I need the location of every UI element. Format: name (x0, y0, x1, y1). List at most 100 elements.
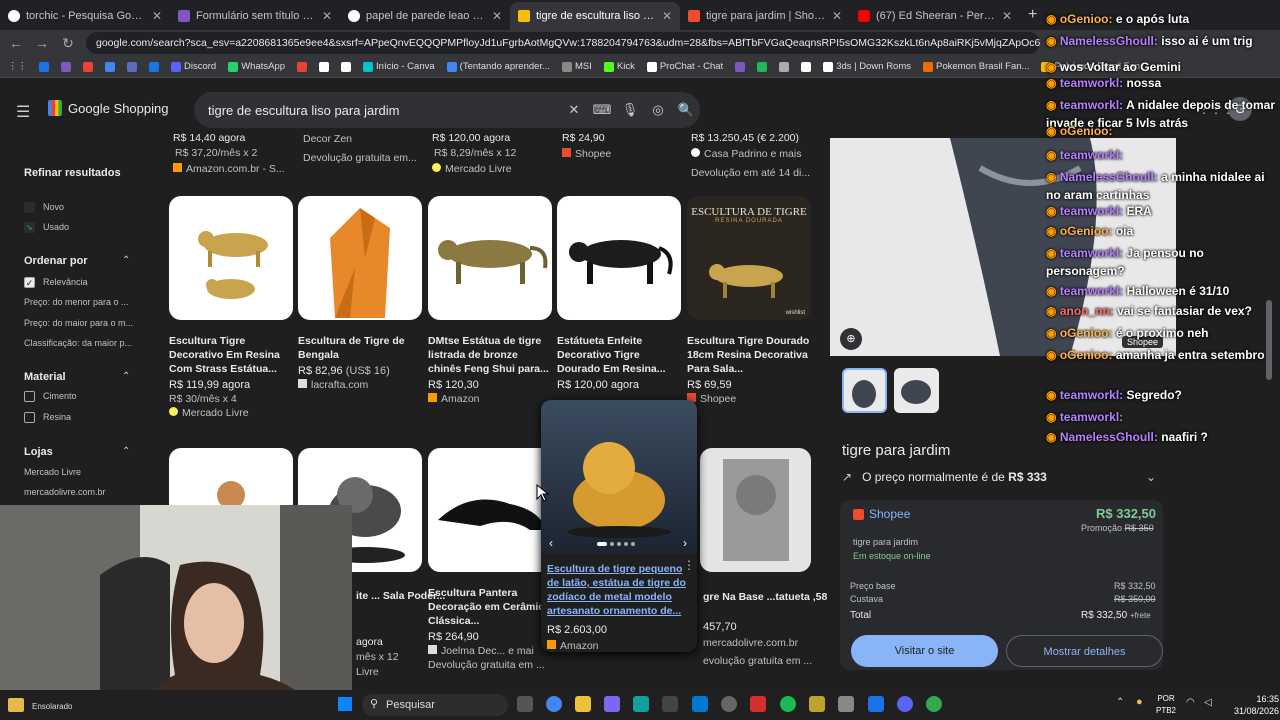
bookmark-item[interactable] (757, 61, 768, 72)
search-input[interactable]: tigre de escultura liso para jardim (208, 103, 560, 118)
chevron-left-icon[interactable]: ‹ (549, 536, 553, 550)
app-icon[interactable] (868, 696, 884, 712)
bookmark-item[interactable]: 3ds | Down Roms (823, 61, 911, 72)
tab-4[interactable]: tigre para jardim | Shopee Brasi ✕ (680, 2, 850, 30)
bookmark-item[interactable] (127, 61, 137, 72)
filter-resina[interactable]: Resina (24, 412, 71, 424)
edge-icon[interactable] (633, 696, 649, 712)
bookmark-item[interactable]: (Tentando aprender... (446, 61, 550, 72)
mail-icon[interactable] (692, 696, 708, 712)
weather-icon[interactable] (8, 698, 24, 712)
thumbnail-1[interactable] (842, 368, 887, 413)
volume-icon[interactable]: ◁ (1204, 697, 1212, 708)
close-icon[interactable]: ✕ (492, 9, 502, 23)
sort-rating[interactable]: Classificação: da maior p... (24, 338, 132, 348)
product-image[interactable] (298, 196, 422, 320)
sort-relevance[interactable]: ✓ Relevância (24, 277, 88, 289)
product-title[interactable]: Estátueta Enfeite Decorativo Tigre Doura… (557, 334, 681, 376)
tab-1[interactable]: Formulário sem título - Google ✕ (170, 2, 340, 30)
bookmark-item[interactable] (341, 61, 352, 72)
app-icon[interactable] (750, 696, 766, 712)
product-title-partial[interactable]: gre Na Base ...tatueta ,58 Cm (703, 590, 847, 604)
chevron-up-icon[interactable]: ⌃ (122, 371, 130, 382)
product-image[interactable] (428, 196, 552, 320)
task-view-icon[interactable] (517, 696, 533, 712)
address-bar[interactable]: google.com/search?sca_esv=a2208681365e9e… (86, 32, 1040, 54)
product-image[interactable] (700, 448, 811, 572)
microphone-icon[interactable]: 🎙 (616, 102, 644, 118)
thumbnail-2[interactable] (894, 368, 939, 413)
copilot-icon[interactable] (604, 696, 620, 712)
chevron-down-icon[interactable]: ⌄ (1146, 470, 1156, 484)
tab-3[interactable]: tigre de escultura liso para jardi ✕ (510, 2, 680, 30)
search-icon[interactable]: 🔍 (672, 102, 700, 118)
google-shopping-logo[interactable]: Google Shopping (48, 100, 168, 116)
lens-icon[interactable]: ◎ (644, 102, 672, 118)
file-explorer-icon[interactable] (575, 696, 591, 712)
offer-store[interactable]: Shopee (853, 507, 910, 521)
bookmark-item[interactable] (61, 61, 71, 72)
hamburger-menu-icon[interactable]: ☰ (16, 102, 30, 122)
bookmark-item[interactable]: WhatsApp (228, 61, 285, 72)
reload-icon[interactable]: ↻ (60, 35, 76, 52)
tab-5[interactable]: (67) Ed Sheeran - Perfeita - You ✕ (850, 2, 1020, 30)
product-card[interactable]: Escultura Tigre Decorativo Em Resina Com… (169, 196, 293, 419)
chevron-up-icon[interactable]: ⌃ (122, 446, 130, 457)
filter-novo[interactable]: Novo (24, 202, 64, 214)
chevron-right-icon[interactable]: › (683, 536, 687, 550)
product-title[interactable]: Escultura Tigre Dourado 18cm Resina Deco… (687, 334, 811, 376)
close-icon[interactable]: ✕ (832, 9, 842, 23)
taskbar-search[interactable]: Pesquisar (362, 694, 508, 716)
forward-icon[interactable]: → (34, 35, 50, 51)
bookmark-item[interactable]: ProChat - Chat (646, 61, 723, 72)
hover-product-card[interactable]: ‹ › ⋮ Escultura de tigre pequeno de latã… (541, 400, 697, 652)
bookmark-item[interactable] (801, 61, 812, 72)
product-card[interactable]: DMtse Estátua de tigre listrada de bronz… (428, 196, 552, 405)
back-icon[interactable]: ← (8, 35, 24, 51)
bookmark-item[interactable] (83, 61, 93, 72)
product-card[interactable] (700, 448, 811, 572)
product-card[interactable]: ESCULTURA DE TIGRE RESINA DOURADA wishli… (687, 196, 811, 405)
system-clock[interactable]: 16:35 31/08/2026 (1234, 693, 1279, 717)
store-icon[interactable] (662, 696, 678, 712)
bookmark-item[interactable] (779, 61, 790, 72)
bookmark-item[interactable]: Discord (171, 61, 216, 72)
bookmark-item[interactable] (319, 61, 330, 72)
keyboard-icon[interactable]: ⌨ (588, 102, 616, 118)
tab-2[interactable]: papel de parede leao - Pesquis ✕ (340, 2, 510, 30)
wifi-icon[interactable]: ◠ (1186, 697, 1195, 708)
chevron-up-icon[interactable]: ⌃ (122, 255, 130, 266)
product-title[interactable]: Escultura de tigre pequeno de latão, est… (547, 562, 687, 618)
product-image[interactable] (169, 196, 293, 320)
apps-icon[interactable]: ⋮⋮ (8, 61, 27, 72)
bookmark-item[interactable]: Início - Canva (363, 61, 435, 72)
store-mercadolivre[interactable]: Mercado Livre (24, 467, 81, 477)
close-icon[interactable]: ✕ (322, 9, 332, 23)
close-icon[interactable]: ✕ (152, 9, 162, 23)
visit-site-button[interactable]: Visitar o site (851, 635, 998, 667)
sort-price-asc[interactable]: Preço: do menor para o ... (24, 297, 129, 307)
windows-start-icon[interactable] (338, 697, 352, 711)
clear-icon[interactable]: ✕ (560, 102, 588, 118)
bookmark-item[interactable]: MSI (561, 61, 592, 72)
tab-0[interactable]: torchic - Pesquisa Google ✕ (0, 2, 170, 30)
spotify-icon[interactable] (780, 696, 796, 712)
new-tab-button[interactable]: + (1020, 6, 1045, 30)
product-title[interactable]: Escultura Tigre Decorativo Em Resina Com… (169, 334, 293, 376)
filter-usado[interactable]: ➘ Usado (24, 222, 69, 234)
chrome-icon[interactable] (926, 696, 942, 712)
product-card[interactable]: Escultura Pantera Decoração em Cerâmica … (428, 448, 552, 671)
product-title[interactable]: DMtse Estátua de tigre listrada de bronz… (428, 334, 552, 376)
close-icon[interactable]: ✕ (1002, 9, 1012, 23)
language-indicator[interactable]: POR PTB2 (1156, 693, 1176, 717)
product-card[interactable]: Escultura de Tigre de Bengala R$ 82,96 (… (298, 196, 422, 391)
discord-icon[interactable] (897, 696, 913, 712)
zoom-icon[interactable]: ⊕ (840, 328, 862, 350)
product-title[interactable]: Escultura de Tigre de Bengala (298, 334, 422, 362)
product-title[interactable]: Escultura Pantera Decoração em Cerâmica … (428, 586, 552, 628)
product-image[interactable]: ‹ › (541, 400, 697, 554)
product-card[interactable]: Estátueta Enfeite Decorativo Tigre Doura… (557, 196, 681, 391)
price-history-row[interactable]: ↗ O preço normalmente é de R$ 333 (842, 470, 1047, 484)
product-image[interactable] (557, 196, 681, 320)
bookmark-item[interactable] (39, 61, 49, 72)
